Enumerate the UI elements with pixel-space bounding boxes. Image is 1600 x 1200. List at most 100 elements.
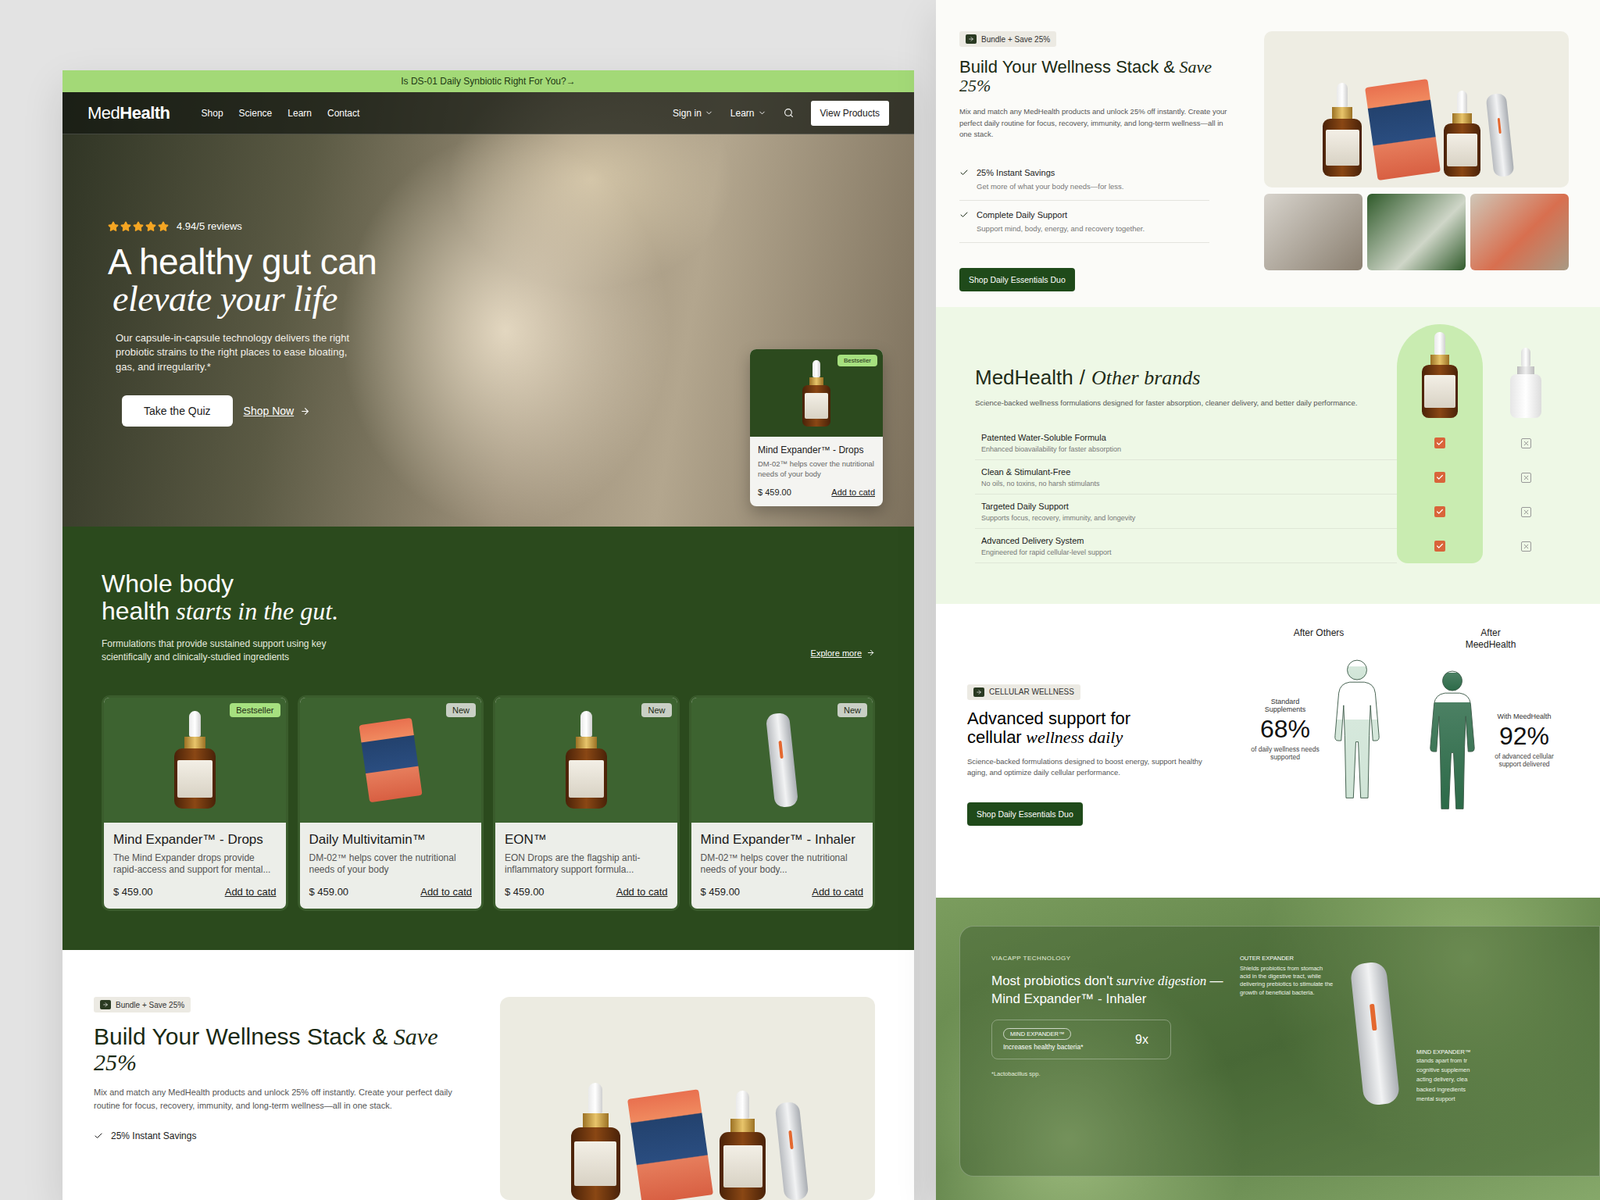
hero-actions: Take the Quiz Shop Now [121,395,500,427]
arrow-icon [100,1000,111,1010]
nav-link[interactable]: Science [239,107,273,119]
product-title: EON™ [504,832,668,848]
x-icon [1521,472,1532,483]
nav-menu[interactable]: Learn [730,107,767,119]
add-to-cart[interactable]: Add to catd [420,885,472,898]
section-tag: Bundle + Save 25% [959,31,1057,47]
thumbnail[interactable] [1367,193,1466,271]
product-image: Bestseller [750,349,883,437]
landing-page: Is DS-01 Daily Synbiotic Right For You?→… [62,70,915,1200]
explore-more-link[interactable]: Explore more [810,648,875,658]
shop-now-link[interactable]: Shop Now [243,404,311,418]
nav-menu[interactable]: Sign in [672,107,714,119]
footnote: *Lactobacillus spp. [991,1070,1226,1078]
figure: After MeedHealthWith MeedHealth92%of adv… [1421,627,1560,827]
badge: New [446,703,476,718]
dropper-cap [812,360,821,378]
section-title: Advanced support for cellularwellness da… [967,709,1218,747]
dropper-cap [1434,332,1445,355]
bottle-label [1424,375,1456,408]
dropper-collar [809,377,825,386]
ours-cell [1396,425,1483,461]
thumbnail[interactable] [1264,193,1363,271]
pouch-image [627,1089,714,1200]
dropper-image [1322,82,1362,177]
multiplier: 9x [1135,1032,1149,1047]
dropper-cap [189,710,201,737]
product-grid: BestsellerMind Expander™ - DropsThe Mind… [101,695,875,911]
badge: Bestseller [229,703,280,718]
product-image: New [300,697,483,823]
inhaler-stripe [778,740,783,759]
feature: 25% Instant Savings [93,1130,469,1142]
price: $ 459.00 [309,885,350,898]
pouch-image [1364,78,1441,181]
dropper-image [802,360,831,427]
product-card[interactable]: NewEON™EON Drops are the flagship anti-i… [492,695,680,911]
product-card[interactable]: NewMind Expander™ - InhalerDM-02™ helps … [689,695,876,911]
product-text: DM-02™ helps cover the nutritional needs… [700,852,865,877]
search-icon[interactable] [783,107,794,118]
section-title: Build Your Wellness Stack &Save 25% [959,57,1233,96]
ours-cell [1396,460,1483,495]
comparison-row: Advanced Delivery SystemEngineered for r… [975,528,1397,564]
title-plain: Build Your Wellness Stack & [93,1023,388,1050]
rating: 4.94/5 reviews [107,220,500,233]
x-icon [1521,438,1532,449]
dropper-image [565,710,608,809]
product-title: Mind Expander™ - Drops [113,832,277,848]
body-figure-icon [1326,643,1388,816]
product-title: Mind Expander™ - Drops [757,444,875,456]
quiz-button[interactable]: Take the Quiz [121,395,233,427]
products-section: Whole body healthstarts in the gut.Formu… [62,526,915,950]
bottle-label [574,1141,617,1187]
check-icon [1434,437,1446,449]
view-products-button[interactable]: View Products [810,100,890,126]
add-to-cart[interactable]: Add to catd [831,487,875,497]
figure: After OthersStandard Supplements68%of da… [1250,627,1388,815]
hero: MedHealth Shop Science Learn Contact Sign in L… [62,92,915,527]
theirs-cell [1482,494,1569,529]
logo[interactable]: MedHealth [87,103,171,124]
check-icon [1434,540,1446,552]
comparison-row: Targeted Daily SupportSupports focus, re… [975,494,1397,529]
dropper-image [174,710,216,809]
check-icon [93,1131,104,1141]
dropper-collar [1430,354,1450,365]
featured-product-card[interactable]: Bestseller Mind Expander™ - Drops DM-02™ h… [750,349,883,507]
outer-expander-note: OUTER EXPANDERShields probiotics from st… [1239,954,1334,1153]
product-card[interactable]: NewDaily Multivitamin™DM-02™ helps cover… [297,695,485,911]
product-text: EON Drops are the flagship anti-inflamma… [504,852,668,877]
x-icon [1521,541,1532,552]
product-card[interactable]: BestsellerMind Expander™ - DropsThe Mind… [101,695,289,911]
inhaler-stripe [1369,1003,1377,1032]
theirs-cell [1482,528,1569,564]
add-to-cart[interactable]: Add to catd [811,885,864,898]
shop-button[interactable]: Shop Daily Essentials Duo [967,802,1083,826]
add-to-cart[interactable]: Add to catd [225,885,277,898]
product-text: DM-02™ helps cover the nutritional needs… [757,459,875,479]
nav-link[interactable]: Learn [287,107,312,119]
dropper-bottle [565,748,608,810]
thumbnail[interactable] [1470,193,1569,271]
arrow-right-icon [866,648,875,658]
arrow-right-icon [300,406,311,417]
comparison-table: MedHealth/Other brandsScience-backed wel… [975,324,1569,564]
nav-link[interactable]: Shop [201,107,224,119]
nav-links: Shop Science Learn Contact [201,107,643,119]
add-to-cart[interactable]: Add to catd [616,885,668,898]
check-icon [959,167,969,178]
promo-bar[interactable]: Is DS-01 Daily Synbiotic Right For You?→ [62,70,915,93]
hero-title: A healthy gut canelevate your life [107,242,500,319]
price: $ 459.00 [113,885,154,898]
technology-title: Most probiotics don'tsurvivedigestion—Mi… [991,972,1226,1009]
shop-button[interactable]: Shop Daily Essentials Duo [959,267,1075,292]
inhaler-image [1350,960,1400,1107]
star-icon [107,221,119,233]
technology-badge: VIACAPP TECHNOLOGY [991,954,1226,962]
dropper-cap [1336,82,1348,108]
body-figure-icon [1421,654,1483,827]
nav-link[interactable]: Contact [327,107,360,119]
check-icon [1434,471,1446,483]
comparison-row: Patented Water-Soluble FormulaEnhanced b… [975,425,1397,461]
